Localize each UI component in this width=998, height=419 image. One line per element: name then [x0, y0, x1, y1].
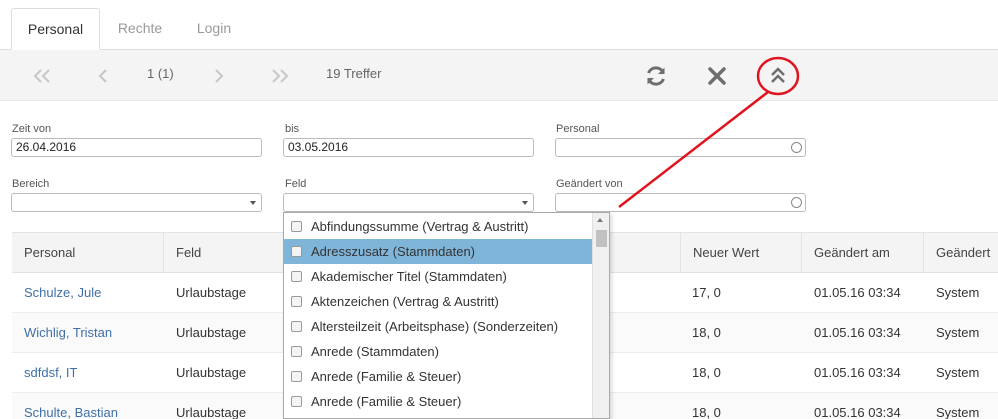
- cell-feld: Urlaubstage: [176, 365, 247, 380]
- bis-value: 03.05.2016: [288, 140, 349, 154]
- cell-geaendert-am: 01.05.16 03:34: [814, 325, 901, 340]
- zeit-von-input[interactable]: 26.04.2016: [11, 138, 262, 157]
- tab-login[interactable]: Login: [180, 8, 248, 50]
- tab-rechte[interactable]: Rechte: [105, 8, 175, 50]
- checkbox[interactable]: [291, 221, 302, 232]
- cell-personal[interactable]: Schulte, Bastian: [12, 393, 164, 419]
- column-header-geaendert[interactable]: Geändert: [924, 233, 998, 273]
- dropdown-option[interactable]: Akademischer Titel (Stammdaten): [284, 264, 593, 289]
- checkbox[interactable]: [291, 246, 302, 257]
- cell-geaendert-am: 01.05.16 03:34: [814, 365, 901, 380]
- dropdown-option[interactable]: Aktenzeichen (Vertrag & Austritt): [284, 289, 593, 314]
- cell-personal[interactable]: Schulze, Jule: [12, 273, 164, 313]
- cell-geaendert: System: [936, 285, 980, 300]
- app-window: Personal Rechte Login 1 (1) 19 Treffer Z…: [0, 0, 998, 419]
- cell-neuer-wert: 17, 0: [692, 285, 721, 300]
- chevron-right-icon[interactable]: [208, 50, 230, 101]
- dropdown-scrollbar[interactable]: [592, 213, 609, 418]
- cell-personal[interactable]: sdfdsf, IT: [12, 353, 164, 393]
- cell-feld: Urlaubstage: [176, 325, 247, 340]
- chevron-left-icon[interactable]: [92, 50, 114, 101]
- refresh-icon[interactable]: [643, 63, 669, 89]
- chevron-down-icon[interactable]: [522, 201, 528, 205]
- personal-input[interactable]: [555, 138, 806, 157]
- cell-geaendert-am: 01.05.16 03:34: [814, 285, 901, 300]
- zeit-von-value: 26.04.2016: [16, 140, 77, 154]
- cell-geaendert: System: [936, 405, 980, 419]
- cell-feld: Urlaubstage: [176, 405, 247, 419]
- close-icon[interactable]: [704, 63, 730, 89]
- feld-select[interactable]: [283, 193, 534, 212]
- checkbox[interactable]: [291, 346, 302, 357]
- zeit-von-label: Zeit von: [12, 123, 52, 135]
- option-label: Aktenzeichen (Vertrag & Austritt): [311, 294, 499, 309]
- option-label: Anrede (Familie & Steuer): [311, 394, 462, 409]
- double-chevron-up-icon[interactable]: [765, 63, 791, 89]
- checkbox[interactable]: [291, 396, 302, 407]
- option-label: Akademischer Titel (Stammdaten): [311, 269, 507, 284]
- option-label: Anrede (Stammdaten): [311, 344, 439, 359]
- option-label: Altersteilzeit (Arbeitsphase) (Sonderzei…: [311, 319, 559, 334]
- dropdown-option-highlighted[interactable]: Adresszusatz (Stammdaten): [284, 239, 593, 264]
- option-label: Anrede (Familie & Steuer): [311, 369, 462, 384]
- option-label: Abfindungssumme (Vertrag & Austritt): [311, 219, 529, 234]
- personal-label: Personal: [556, 123, 600, 135]
- double-chevron-left-icon[interactable]: [28, 50, 56, 101]
- toolbar: 1 (1) 19 Treffer: [0, 50, 998, 101]
- cell-geaendert: System: [936, 365, 980, 380]
- bereich-label: Bereich: [12, 178, 50, 190]
- cell-neuer-wert: 18, 0: [692, 365, 721, 380]
- cell-geaendert-am: 01.05.16 03:34: [814, 405, 901, 419]
- search-icon[interactable]: [791, 197, 802, 208]
- column-header-geaendert-am[interactable]: Geändert am: [802, 233, 924, 273]
- geaendert-von-label: Geändert von: [556, 178, 623, 190]
- dropdown-option[interactable]: Abfindungssumme (Vertrag & Austritt): [284, 214, 593, 239]
- page-info: 1 (1): [147, 66, 174, 81]
- feld-dropdown-list[interactable]: Abfindungssumme (Vertrag & Austritt) Adr…: [283, 212, 610, 419]
- column-header-feld[interactable]: Feld: [164, 233, 284, 273]
- dropdown-option[interactable]: Anrede (Stammdaten): [284, 339, 593, 364]
- cell-neuer-wert: 18, 0: [692, 325, 721, 340]
- checkbox[interactable]: [291, 296, 302, 307]
- cell-personal[interactable]: Wichlig, Tristan: [12, 313, 164, 353]
- tab-bar: Personal Rechte Login: [0, 0, 998, 50]
- column-header-neuer-wert[interactable]: Neuer Wert: [680, 233, 802, 273]
- bis-label: bis: [285, 123, 300, 135]
- dropdown-option[interactable]: Anrede (Familie & Steuer): [284, 364, 593, 389]
- cell-neuer-wert: 18, 0: [692, 405, 721, 419]
- checkbox[interactable]: [291, 271, 302, 282]
- cell-feld: Urlaubstage: [176, 285, 247, 300]
- checkbox[interactable]: [291, 321, 302, 332]
- geaendert-von-input[interactable]: [555, 193, 806, 212]
- hits-count: 19 Treffer: [326, 66, 382, 81]
- dropdown-option[interactable]: Altersteilzeit (Arbeitsphase) (Sonderzei…: [284, 314, 593, 339]
- scrollbar-thumb[interactable]: [596, 230, 607, 247]
- scroll-up-arrow-icon[interactable]: [597, 218, 603, 222]
- tab-personal[interactable]: Personal: [11, 8, 100, 50]
- feld-label: Feld: [285, 178, 307, 190]
- double-chevron-right-icon[interactable]: [266, 50, 294, 101]
- search-icon[interactable]: [791, 142, 802, 153]
- dropdown-option[interactable]: Anrede (Familie & Steuer): [284, 389, 593, 414]
- bereich-select[interactable]: [11, 193, 262, 212]
- chevron-down-icon[interactable]: [250, 201, 256, 205]
- cell-geaendert: System: [936, 325, 980, 340]
- checkbox[interactable]: [291, 371, 302, 382]
- column-header-personal[interactable]: Personal: [12, 233, 164, 273]
- bis-input[interactable]: 03.05.2016: [283, 138, 534, 157]
- option-label: Adresszusatz (Stammdaten): [311, 244, 476, 259]
